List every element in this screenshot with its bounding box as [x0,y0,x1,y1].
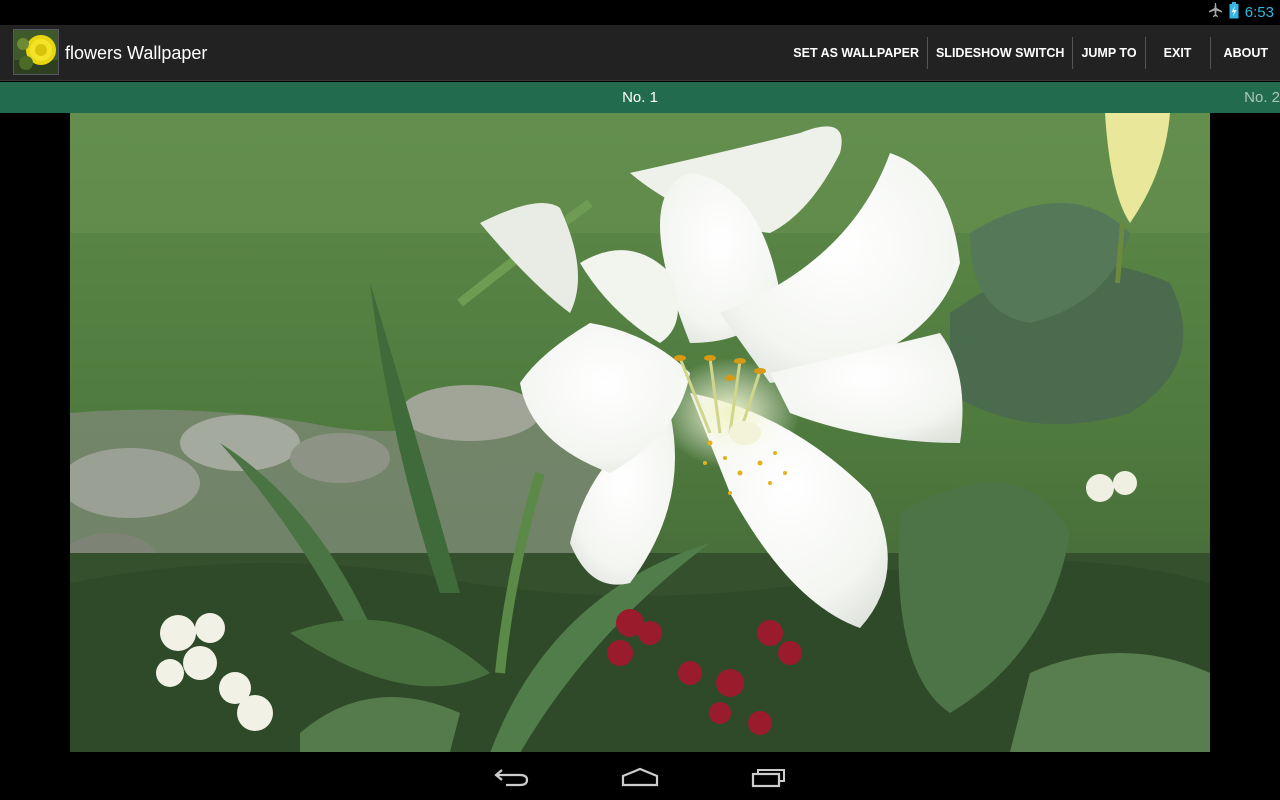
action-menu: SET AS WALLPAPER SLIDESHOW SWITCH JUMP T… [785,25,1280,81]
pager-next-title[interactable]: No. 2 [1244,82,1280,113]
pager-strip: No. 1 No. 2 [0,82,1280,113]
back-icon[interactable] [482,760,542,794]
home-icon[interactable] [610,760,670,794]
exit-button[interactable]: EXIT [1154,25,1202,81]
divider [1144,37,1146,69]
navigation-bar [0,752,1280,800]
status-bar: 6:53 [0,0,1280,25]
status-time: 6:53 [1244,4,1274,21]
slideshow-switch-button[interactable]: SLIDESHOW SWITCH [928,25,1072,81]
action-bar: flowers Wallpaper SET AS WALLPAPER SLIDE… [0,25,1280,81]
app-title: flowers Wallpaper [65,43,208,63]
recent-apps-icon[interactable] [739,760,799,794]
pager-current-title[interactable]: No. 1 [0,82,1280,113]
about-button[interactable]: ABOUT [1211,25,1280,81]
set-as-wallpaper-button[interactable]: SET AS WALLPAPER [785,25,927,81]
jump-to-button[interactable]: JUMP TO [1073,25,1144,81]
status-icons: 6:53 [1207,0,1274,25]
sunflower-thumbnail-icon[interactable] [13,29,59,75]
white-lily-photo[interactable] [70,113,1210,752]
airplane-mode-icon [1207,2,1223,23]
battery-charging-icon [1229,1,1239,24]
